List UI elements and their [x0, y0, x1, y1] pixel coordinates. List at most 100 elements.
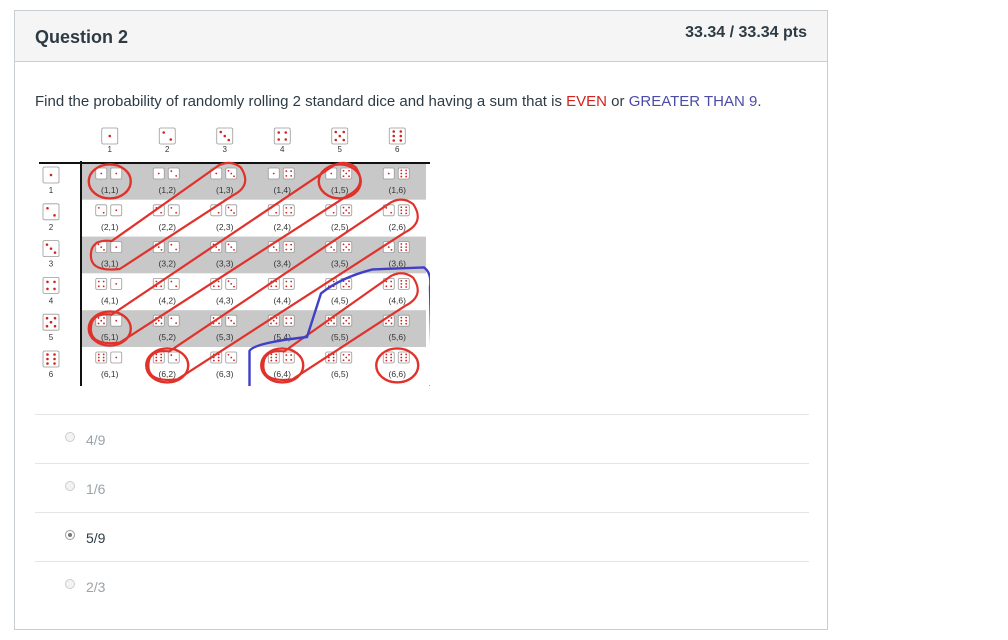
- cell-die: [397, 314, 410, 327]
- die-pip: [390, 211, 393, 214]
- die-pip: [102, 280, 105, 283]
- die-pip: [405, 279, 408, 282]
- answer-radio[interactable]: [65, 579, 75, 589]
- die-pip: [102, 353, 105, 356]
- die-pip: [49, 247, 53, 250]
- die-pip: [175, 211, 178, 214]
- die-pip: [285, 280, 288, 283]
- die-pip: [275, 248, 278, 251]
- die-pip: [332, 359, 335, 362]
- die-pip: [342, 169, 345, 172]
- answer-option[interactable]: 4/9: [35, 414, 809, 463]
- die-pip: [348, 359, 350, 362]
- cell-die: [397, 167, 410, 180]
- die-pip: [348, 212, 350, 214]
- die-pip: [348, 243, 350, 246]
- die-pip: [290, 248, 293, 251]
- die-pip: [45, 243, 49, 246]
- die-pip: [97, 359, 100, 362]
- die-pip: [97, 356, 100, 359]
- die-pip: [285, 248, 288, 251]
- die-pip: [390, 280, 393, 283]
- die-pip: [97, 243, 100, 246]
- die-pip: [400, 249, 403, 252]
- die-pip: [46, 362, 49, 365]
- die-pip: [385, 359, 388, 362]
- die-pip: [285, 206, 288, 209]
- die-pip: [53, 362, 56, 365]
- answer-label: 5/9: [86, 530, 106, 546]
- outcome-cell-label: (4,2): [159, 295, 177, 305]
- die-pip: [342, 359, 345, 362]
- die-pip: [115, 319, 118, 322]
- die-pip: [400, 172, 403, 175]
- outcome-cell-label: (3,4): [274, 259, 292, 269]
- answer-radio[interactable]: [65, 432, 75, 442]
- answer-radio[interactable]: [65, 481, 75, 491]
- row-header-label: 6: [49, 370, 54, 379]
- die-pip: [270, 285, 273, 288]
- die-pip: [275, 359, 278, 362]
- die-pip: [170, 243, 173, 246]
- die-pip: [218, 322, 220, 325]
- die-pip: [53, 316, 57, 320]
- answer-radio-checked[interactable]: [65, 530, 75, 540]
- die-pip: [227, 280, 230, 283]
- prompt-text: Find the probability of randomly rolling…: [35, 93, 567, 110]
- die-pip: [390, 353, 393, 356]
- die-pip: [160, 356, 163, 359]
- die-pip: [405, 246, 408, 248]
- prompt-or: or: [607, 93, 629, 110]
- die-pip: [334, 130, 338, 134]
- cell-die: [167, 241, 180, 253]
- die-pip: [390, 317, 393, 319]
- die-pip: [385, 285, 388, 288]
- die-pip: [223, 134, 227, 138]
- answer-option-selected[interactable]: 5/9: [35, 512, 809, 561]
- die-pip: [405, 356, 408, 359]
- answer-option[interactable]: 1/6: [35, 463, 809, 512]
- cell-die: [397, 241, 410, 253]
- prompt-even: EVEN: [566, 93, 607, 110]
- die-pip: [97, 317, 100, 319]
- die-pip: [233, 248, 235, 251]
- die-pip: [390, 248, 393, 251]
- die-pip: [230, 172, 233, 175]
- die-pip: [405, 286, 408, 288]
- die-pip: [348, 280, 350, 283]
- die-pip: [345, 283, 348, 285]
- die-pip: [233, 322, 235, 325]
- die-pip: [102, 211, 105, 214]
- answer-option[interactable]: 2/3: [35, 561, 809, 610]
- die-pip: [400, 209, 403, 212]
- die-pip: [332, 211, 335, 214]
- cell-die: [397, 351, 410, 364]
- die-pip: [290, 317, 293, 320]
- die-pip: [97, 322, 100, 325]
- die-pip: [170, 354, 173, 356]
- die-pip: [227, 317, 230, 319]
- die-pip: [100, 319, 103, 322]
- die-pip: [285, 175, 288, 177]
- die-pip: [217, 356, 220, 359]
- die-pip: [103, 317, 105, 319]
- die-pip: [338, 134, 342, 138]
- cell-die: [282, 204, 295, 217]
- die-pip: [100, 172, 103, 175]
- die-pip: [270, 322, 272, 325]
- column-header-label: 2: [165, 145, 170, 154]
- outcome-cell-label: (4,3): [216, 295, 234, 305]
- die-pip: [115, 283, 118, 285]
- die-pip: [270, 356, 273, 359]
- outcome-cell-label: (2,5): [331, 222, 349, 232]
- outcome-cell-label: (4,5): [331, 295, 349, 305]
- die-pip: [170, 317, 173, 320]
- cell-die: [282, 277, 295, 290]
- die-pip: [157, 172, 160, 175]
- outcome-cell-label: (2,2): [159, 222, 177, 232]
- answer-label: 1/6: [86, 481, 106, 497]
- die-pip: [230, 319, 233, 322]
- outcome-cell-label: (5,6): [389, 332, 407, 342]
- die-pip: [53, 357, 56, 361]
- outcome-cell-label: (5,2): [159, 332, 177, 342]
